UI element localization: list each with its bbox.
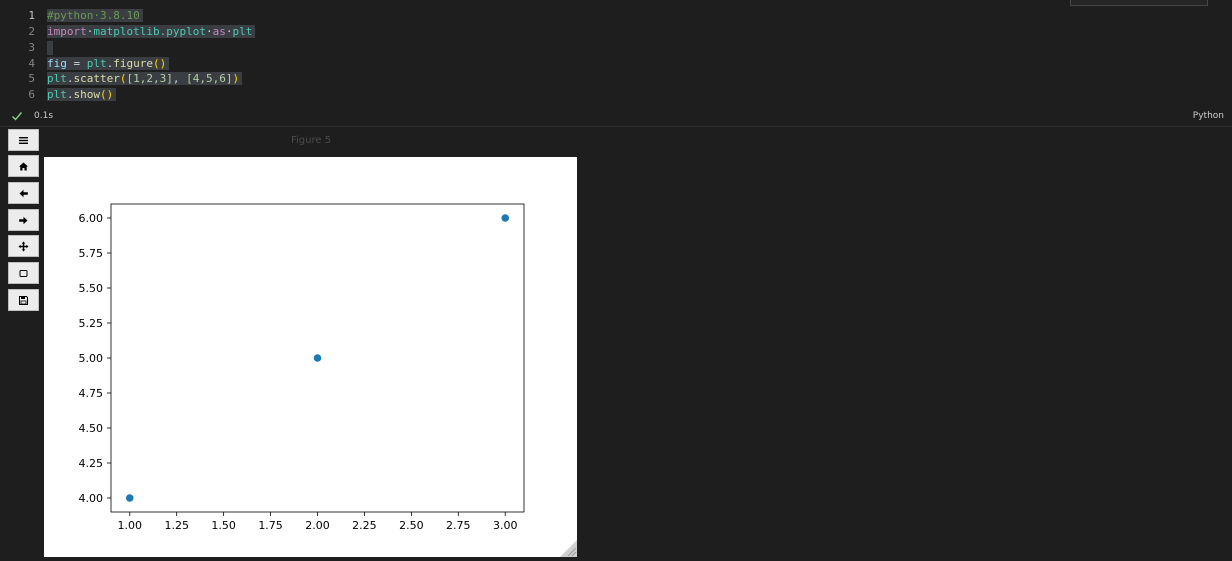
- code-line-5[interactable]: 5 plt.scatter([1,2,3], [4,5,6]): [0, 71, 1232, 87]
- scatter-point: [125, 494, 134, 502]
- x-tick-label: 1.50: [211, 519, 236, 532]
- save-button[interactable]: [8, 289, 39, 311]
- menu-icon: [19, 136, 28, 144]
- home-button[interactable]: [8, 155, 39, 177]
- code-list: [1,2,3]: [126, 72, 173, 85]
- execution-time: 0.1s: [34, 111, 54, 121]
- y-tick-label: 4.25: [79, 457, 104, 470]
- code-comment: #python·3.8.10: [47, 9, 140, 22]
- code-keyword: as: [212, 25, 226, 38]
- code-keyword: import: [47, 25, 87, 38]
- scatter-point: [313, 354, 322, 362]
- figure-canvas[interactable]: 1.00 1.25 1.50 1.75 2.00 2.25 2.50 2.75 3.00 4.00…: [44, 157, 577, 557]
- menu-button[interactable]: [8, 129, 39, 151]
- scatter-plot: 1.00 1.25 1.50 1.75 2.00 2.25 2.50 2.75 3.00 4.00…: [79, 203, 525, 532]
- save-icon: [19, 295, 28, 305]
- code-paren: (: [153, 57, 160, 70]
- kernel-language-button[interactable]: Python: [1193, 111, 1224, 121]
- y-tick-label: 5.50: [79, 282, 104, 295]
- back-button[interactable]: [8, 182, 39, 204]
- x-tick-label: 1.25: [164, 519, 189, 532]
- y-tick-label: 4.75: [79, 387, 104, 400]
- back-arrow-icon: [19, 189, 28, 197]
- line-number: 6: [28, 88, 35, 101]
- code-paren: (: [100, 88, 107, 101]
- home-icon: [19, 162, 28, 170]
- forward-button[interactable]: [8, 209, 39, 231]
- code-line-3[interactable]: 3: [0, 40, 1232, 56]
- code-cell-editor[interactable]: 1 #python·3.8.10 2 import·matplotlib.pyp…: [0, 0, 1232, 107]
- line-number: 5: [28, 72, 35, 85]
- code-separator: ,: [172, 72, 187, 85]
- figure-title: Figure 5: [291, 135, 332, 146]
- zoom-rect-icon: [19, 269, 28, 277]
- y-tick-label: 6.00: [79, 212, 104, 225]
- code-variable: fig: [47, 57, 67, 70]
- code-function: scatter: [73, 72, 120, 85]
- forward-arrow-icon: [19, 216, 28, 224]
- check-icon: [12, 112, 23, 121]
- code-operator: =: [66, 57, 87, 70]
- y-tick-label: 5.00: [79, 352, 104, 365]
- x-tick-label: 2.25: [352, 519, 377, 532]
- line-number: 4: [28, 57, 35, 70]
- x-tick-label: 2.50: [399, 519, 424, 532]
- code-list: [4,5,6]: [186, 72, 233, 85]
- line-number: 1: [28, 9, 35, 22]
- code-line-4[interactable]: 4 fig = plt.figure(): [0, 56, 1232, 72]
- y-tick-label: 4.50: [79, 422, 104, 435]
- code-object: plt: [47, 88, 67, 101]
- code-line-2[interactable]: 2 import·matplotlib.pyplot·as·plt: [0, 24, 1232, 40]
- pan-button[interactable]: [8, 235, 39, 257]
- code-paren: ): [106, 88, 114, 101]
- code-object: plt: [86, 57, 107, 70]
- code-paren: ): [232, 72, 240, 85]
- cell-status-bar: 0.1s Python: [0, 107, 1232, 127]
- x-tick-label: 3.00: [493, 519, 518, 532]
- zoom-rect-button[interactable]: [8, 262, 39, 284]
- empty-line-selection: [47, 41, 53, 55]
- code-line-1[interactable]: 1 #python·3.8.10: [0, 8, 1232, 24]
- code-object: plt: [47, 72, 67, 85]
- code-line-6[interactable]: 6 plt.show(): [0, 87, 1232, 103]
- line-number: 3: [28, 41, 35, 54]
- resize-handle-icon[interactable]: [560, 540, 577, 557]
- scatter-point: [501, 214, 510, 222]
- code-dot: .: [66, 72, 74, 85]
- line-number: 2: [28, 25, 35, 38]
- y-tick-label: 4.00: [79, 492, 104, 505]
- code-dot: .: [66, 88, 74, 101]
- code-alias: plt: [232, 25, 253, 38]
- code-module: matplotlib.pyplot: [93, 25, 206, 38]
- find-widget-edge: [1070, 0, 1208, 6]
- x-tick-label: 2.75: [446, 519, 471, 532]
- x-tick-label: 1.00: [118, 519, 143, 532]
- y-tick-label: 5.25: [79, 317, 104, 330]
- x-tick-label: 1.75: [258, 519, 283, 532]
- pan-icon: [18, 241, 29, 251]
- notebook-app: 1 #python·3.8.10 2 import·matplotlib.pyp…: [0, 0, 1232, 561]
- code-paren: ): [159, 57, 167, 70]
- code-function: show: [73, 88, 101, 101]
- code-function: figure: [113, 57, 153, 70]
- y-tick-label: 5.75: [79, 247, 104, 260]
- x-tick-label: 2.00: [305, 519, 330, 532]
